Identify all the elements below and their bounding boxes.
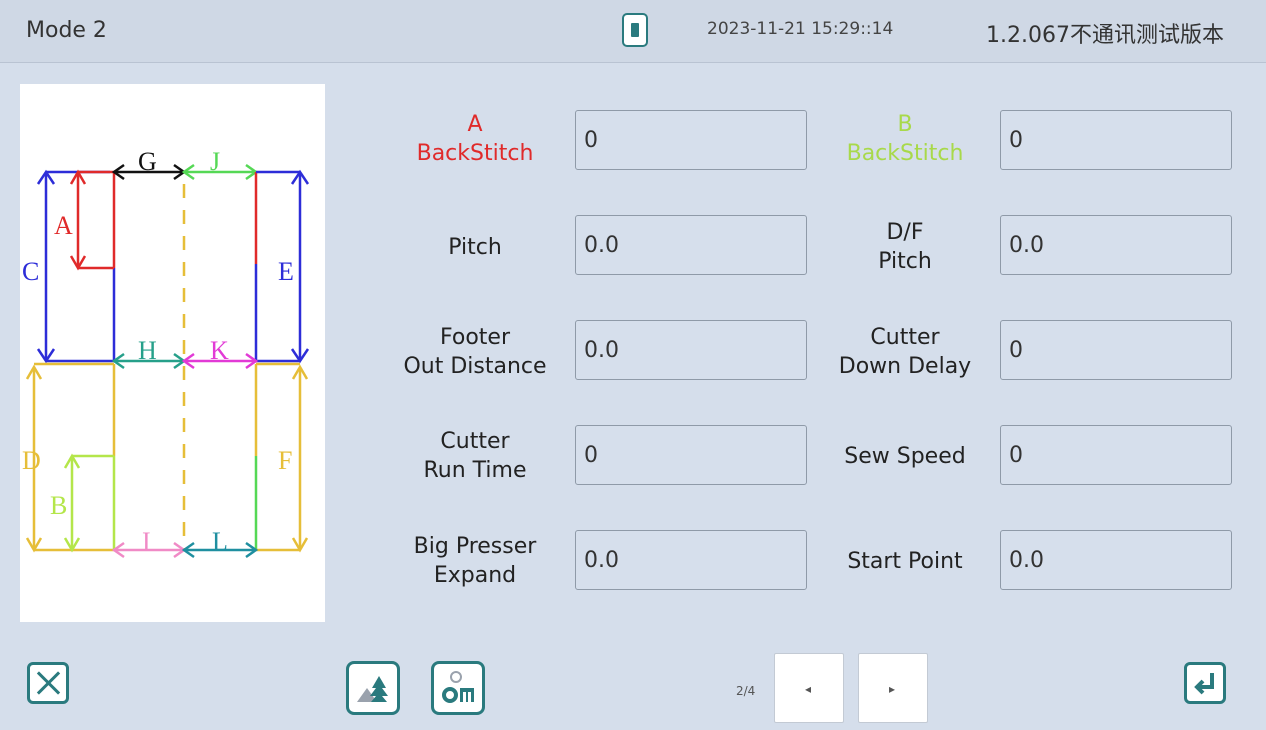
version-text: 1.2.067不通讯测试版本	[986, 23, 1224, 48]
big-presser-line1: Big Presser	[413, 534, 537, 559]
b-backstitch-line2: BackStitch	[846, 141, 964, 166]
big-presser-expand-label: Big Presser Expand	[370, 532, 580, 590]
diagram-label-h: H	[138, 336, 157, 365]
df-pitch-input[interactable]	[1000, 215, 1232, 275]
enter-return-icon[interactable]	[1184, 662, 1226, 704]
diagram-label-k: K	[210, 336, 229, 365]
prev-arrow-icon: ◂	[805, 682, 812, 696]
footer-out-line1: Footer	[440, 325, 510, 350]
machine-settings-glyph	[442, 671, 474, 703]
footer-out-distance-input[interactable]	[575, 320, 807, 380]
diagram-label-c: C	[22, 257, 39, 286]
start-point-input[interactable]	[1000, 530, 1232, 590]
enter-glyph	[1194, 673, 1214, 695]
big-presser-expand-input[interactable]	[575, 530, 807, 590]
diagram-label-l: L	[212, 527, 228, 556]
df-pitch-line2: Pitch	[878, 249, 932, 274]
footer-out-distance-label: Footer Out Distance	[370, 323, 580, 381]
pattern-diagram-svg: A C G J E H K D B F I L	[22, 147, 310, 559]
cutter-run-time-label: Cutter Run Time	[370, 427, 580, 485]
pattern-image-icon[interactable]	[346, 661, 400, 715]
a-backstitch-label: A BackStitch	[370, 110, 580, 168]
cutter-down-line1: Cutter	[870, 325, 940, 350]
df-pitch-label: D/F Pitch	[800, 218, 1010, 276]
machine-settings-icon[interactable]	[431, 661, 485, 715]
a-backstitch-line2: BackStitch	[416, 141, 534, 166]
big-presser-line2: Expand	[433, 563, 517, 588]
start-point-label: Start Point	[847, 549, 963, 574]
footer-out-line2: Out Distance	[403, 354, 547, 379]
diagram-label-j: J	[210, 147, 220, 176]
cutter-down-delay-label: Cutter Down Delay	[800, 323, 1010, 381]
a-backstitch-line1: A	[467, 112, 483, 137]
pitch-label: Pitch	[448, 235, 502, 260]
sew-speed-label: Sew Speed	[844, 444, 966, 469]
diagram-label-d: D	[22, 446, 41, 475]
cutter-run-line2: Run Time	[423, 458, 527, 483]
pattern-image-glyph	[357, 676, 388, 702]
next-page-button[interactable]: ▸	[858, 653, 928, 723]
cutter-run-line1: Cutter	[440, 429, 510, 454]
top-bar: Mode 2 2023-11-21 15:29::14 1.2.067不通讯测试…	[0, 0, 1266, 62]
diagram-label-g: G	[138, 147, 157, 176]
b-backstitch-line1: B	[897, 112, 913, 137]
pattern-diagram: A C G J E H K D B F I L	[20, 84, 325, 622]
datetime: 2023-11-21 15:29::14	[707, 19, 894, 39]
close-icon[interactable]	[27, 662, 69, 704]
a-backstitch-input[interactable]	[575, 110, 807, 170]
cutter-down-line2: Down Delay	[838, 354, 972, 379]
cutter-run-time-input[interactable]	[575, 425, 807, 485]
diagram-label-i: I	[142, 527, 151, 556]
b-backstitch-input[interactable]	[1000, 110, 1232, 170]
diagram-label-b: B	[50, 491, 67, 520]
usb-drive-icon[interactable]	[622, 13, 648, 47]
sew-speed-input[interactable]	[1000, 425, 1232, 485]
page-indicator: 2/4	[736, 684, 756, 698]
prev-page-button[interactable]: ◂	[774, 653, 844, 723]
diagram-label-e: E	[278, 257, 294, 286]
cutter-down-delay-input[interactable]	[1000, 320, 1232, 380]
mode-title: Mode 2	[26, 18, 107, 43]
df-pitch-line1: D/F	[886, 220, 924, 245]
next-arrow-icon: ▸	[889, 682, 896, 696]
diagram-label-f: F	[278, 446, 292, 475]
b-backstitch-label: B BackStitch	[800, 110, 1010, 168]
pitch-input[interactable]	[575, 215, 807, 275]
diagram-label-a: A	[54, 211, 73, 240]
